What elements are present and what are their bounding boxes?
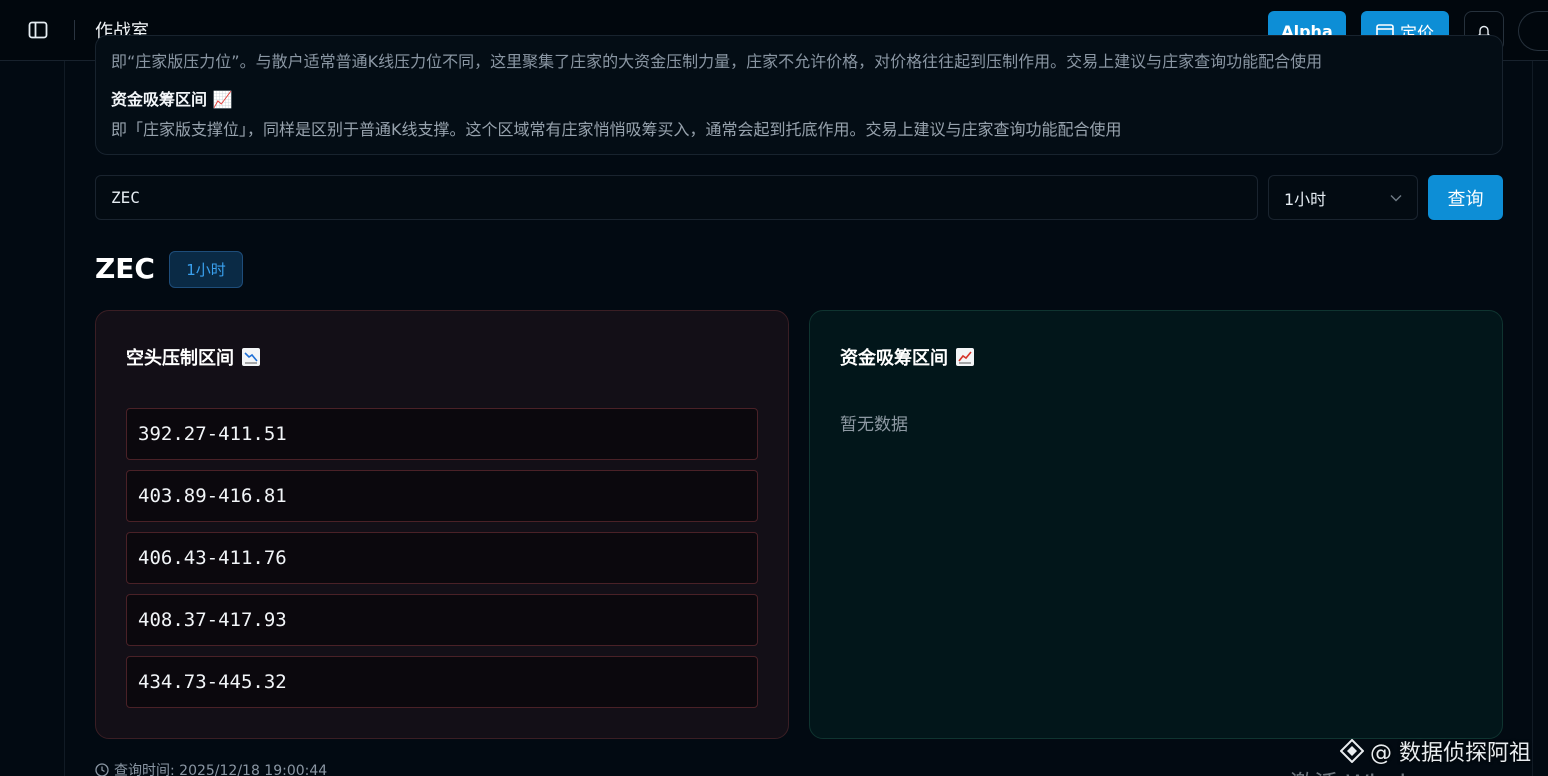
chart-decreasing-icon [242, 348, 260, 366]
resistance-panel: 空头压制区间 392.27-411.51 403.89-416.81 406.43-… [95, 310, 789, 739]
symbol-input[interactable] [95, 175, 1258, 220]
support-title: 资金吸筹区间 [840, 344, 974, 370]
resistance-title-text: 空头压制区间 [126, 348, 234, 369]
interval-select[interactable]: 1小时 [1268, 175, 1418, 220]
support-empty-text: 暂无数据 [840, 415, 908, 435]
resistance-range-item: 406.43-411.76 [126, 532, 758, 584]
query-button[interactable]: 查询 [1428, 175, 1503, 220]
watermark-text: @ 数据侦探阿祖 [1370, 741, 1531, 766]
sidebar-toggle-icon [28, 21, 48, 39]
avatar[interactable] [1518, 11, 1548, 51]
interval-select-value: 1小时 [1284, 189, 1327, 209]
page: 作战室 Alpha 定价 即“庄家版压力位”。与散户适常普通K线压力位不同，这里… [0, 0, 1548, 776]
result-symbol: ZEC [95, 252, 155, 285]
watermark: @ 数据侦探阿祖 [1340, 735, 1531, 767]
sidebar-toggle-button[interactable] [20, 12, 56, 48]
activate-windows-text: 激活 Windows [1290, 764, 1453, 776]
chart-increasing-icon [956, 348, 974, 366]
topbar-divider [74, 20, 75, 40]
support-title-text: 资金吸筹区间 [840, 348, 948, 369]
resistance-range-item: 408.37-417.93 [126, 594, 758, 646]
clock-icon [95, 763, 109, 776]
diamond-logo-icon [1340, 739, 1364, 763]
interval-badge: 1小时 [169, 251, 243, 288]
info-clipped-line: 即“庄家版压力位”。与散户适常普通K线压力位不同，这里聚集了庄家的大资金压制力量… [111, 52, 1323, 71]
resistance-range-item: 434.73-445.32 [126, 656, 758, 708]
query-time-text: 查询时间: 2025/12/18 19:00:44 [114, 763, 328, 776]
content-edge [1532, 61, 1533, 776]
sidebar-edge [64, 61, 65, 776]
info-description: 即「庄家版支撑位」，同样是区别于普通K线支撑。这个区域常有庄家悄悄吸筹买入，通常… [111, 120, 1122, 139]
info-heading: 资金吸筹区间 📈 [111, 90, 233, 109]
query-time: 查询时间: 2025/12/18 19:00:44 [95, 760, 327, 776]
resistance-title: 空头压制区间 [126, 344, 260, 370]
resistance-range-item: 403.89-416.81 [126, 470, 758, 522]
info-card: 即“庄家版压力位”。与散户适常普通K线压力位不同，这里聚集了庄家的大资金压制力量… [95, 35, 1503, 155]
resistance-range-item: 392.27-411.51 [126, 408, 758, 460]
support-panel: 资金吸筹区间 暂无数据 [809, 310, 1503, 739]
resistance-range-list: 392.27-411.51 403.89-416.81 406.43-411.76 4… [126, 408, 758, 718]
chevron-down-icon [1390, 194, 1402, 201]
